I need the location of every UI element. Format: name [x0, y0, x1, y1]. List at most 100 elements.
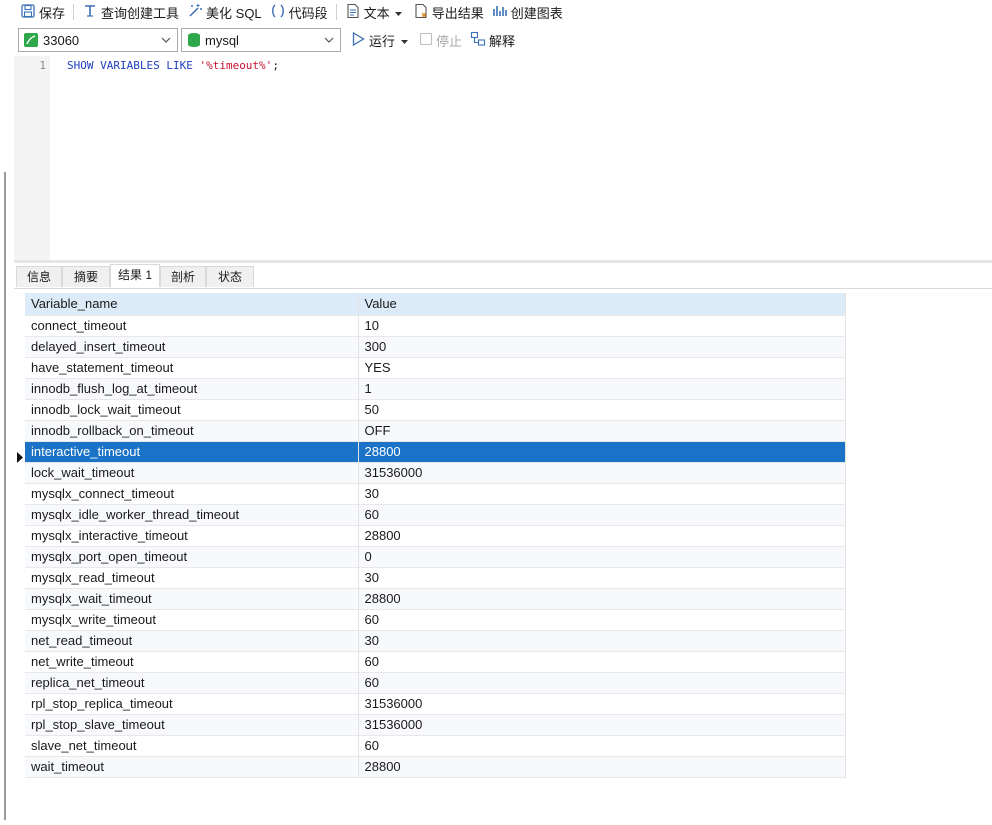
result-grid[interactable]: Variable_name Value connect_timeout 10 del… [25, 293, 846, 778]
sql-editor[interactable]: 1 SHOW VARIABLES LIKE '%timeout%'; [14, 56, 992, 260]
value-cell[interactable]: 60 [358, 672, 846, 694]
value-cell[interactable]: 60 [358, 735, 846, 757]
pane-splitter[interactable] [14, 260, 992, 263]
grid-header-row: Variable_name Value [25, 293, 846, 316]
value-cell[interactable]: 28800 [358, 525, 846, 547]
variable-name-cell[interactable]: mysqlx_interactive_timeout [25, 525, 359, 547]
value-cell[interactable]: OFF [358, 420, 846, 442]
text-button[interactable]: 文本 [341, 1, 409, 23]
variable-name-cell[interactable]: mysqlx_write_timeout [25, 609, 359, 631]
variable-name-cell[interactable]: delayed_insert_timeout [25, 336, 359, 358]
table-row[interactable]: wait_timeout 28800 [25, 756, 846, 778]
table-row[interactable]: mysqlx_port_open_timeout 0 [25, 546, 846, 568]
value-cell[interactable]: 31536000 [358, 714, 846, 736]
table-row[interactable]: delayed_insert_timeout 300 [25, 336, 846, 358]
connection-select[interactable]: 33060 [18, 28, 178, 52]
value-cell[interactable]: 30 [358, 483, 846, 505]
value-cell[interactable]: 28800 [358, 441, 846, 463]
variable-name-cell[interactable]: net_read_timeout [25, 630, 359, 652]
current-row-arrow-icon [17, 452, 23, 463]
tab-profile[interactable]: 剖析 [160, 266, 206, 287]
variable-name-cell[interactable]: mysqlx_wait_timeout [25, 588, 359, 610]
table-row[interactable]: mysqlx_write_timeout 60 [25, 609, 846, 631]
chevron-down-icon[interactable] [161, 33, 171, 50]
table-row[interactable]: replica_net_timeout 60 [25, 672, 846, 694]
value-cell[interactable]: 28800 [358, 756, 846, 778]
save-button[interactable]: 保存 [16, 1, 69, 23]
value-cell[interactable]: 60 [358, 609, 846, 631]
variable-name-cell[interactable]: mysqlx_port_open_timeout [25, 546, 359, 568]
value-cell[interactable]: 31536000 [358, 462, 846, 484]
left-scrollbar[interactable] [4, 172, 6, 820]
variable-name-cell[interactable]: rpl_stop_slave_timeout [25, 714, 359, 736]
variable-name-cell[interactable]: have_statement_timeout [25, 357, 359, 379]
run-toolbar: 运行 停止 解释 [346, 27, 546, 54]
variable-name-cell[interactable]: connect_timeout [25, 315, 359, 337]
value-cell[interactable]: 0 [358, 546, 846, 568]
database-value: mysql [205, 32, 239, 48]
variable-name-cell[interactable]: wait_timeout [25, 756, 359, 778]
table-row[interactable]: slave_net_timeout 60 [25, 735, 846, 757]
table-row[interactable]: innodb_rollback_on_timeout OFF [25, 420, 846, 442]
run-button[interactable]: 运行 [346, 30, 415, 52]
query-builder-button[interactable]: 查询创建工具 [78, 1, 183, 23]
tab-result-1[interactable]: 结果 1 [110, 264, 160, 287]
value-cell[interactable]: 30 [358, 630, 846, 652]
tab-status[interactable]: 状态 [206, 266, 254, 287]
table-row[interactable]: lock_wait_timeout 31536000 [25, 462, 846, 484]
value-cell[interactable]: 10 [358, 315, 846, 337]
variable-name-cell[interactable]: slave_net_timeout [25, 735, 359, 757]
value-cell[interactable]: YES [358, 357, 846, 379]
value-cell[interactable]: 30 [358, 567, 846, 589]
value-cell[interactable]: 60 [358, 504, 846, 526]
value-cell[interactable]: 1 [358, 378, 846, 400]
beautify-sql-button[interactable]: 美化 SQL [183, 1, 266, 23]
table-row[interactable]: net_write_timeout 60 [25, 651, 846, 673]
explain-button[interactable]: 解释 [466, 30, 519, 52]
table-row[interactable]: innodb_lock_wait_timeout 50 [25, 399, 846, 421]
variable-name-cell[interactable]: innodb_flush_log_at_timeout [25, 378, 359, 400]
table-row[interactable]: mysqlx_read_timeout 30 [25, 567, 846, 589]
table-row[interactable]: mysqlx_interactive_timeout 28800 [25, 525, 846, 547]
table-row[interactable]: mysqlx_connect_timeout 30 [25, 483, 846, 505]
variable-name-cell[interactable]: innodb_lock_wait_timeout [25, 399, 359, 421]
table-row[interactable]: connect_timeout 10 [25, 315, 846, 337]
table-row[interactable]: net_read_timeout 30 [25, 630, 846, 652]
database-select[interactable]: mysql [181, 28, 341, 52]
value-cell[interactable]: 50 [358, 399, 846, 421]
value-cell[interactable]: 31536000 [358, 693, 846, 715]
chevron-down-icon [401, 33, 411, 48]
column-header-variable-name[interactable]: Variable_name [25, 293, 359, 316]
table-row[interactable]: interactive_timeout 28800 [25, 441, 846, 463]
variable-name-cell[interactable]: lock_wait_timeout [25, 462, 359, 484]
table-row[interactable]: innodb_flush_log_at_timeout 1 [25, 378, 846, 400]
variable-name-cell[interactable]: interactive_timeout [25, 441, 359, 463]
sql-code-line[interactable]: SHOW VARIABLES LIKE '%timeout%'; [67, 59, 279, 72]
table-row[interactable]: mysqlx_idle_worker_thread_timeout 60 [25, 504, 846, 526]
variable-name-cell[interactable]: net_write_timeout [25, 651, 359, 673]
value-cell[interactable]: 300 [358, 336, 846, 358]
tab-info[interactable]: 信息 [16, 266, 62, 287]
value-cell[interactable]: 60 [358, 651, 846, 673]
variable-name-cell[interactable]: mysqlx_connect_timeout [25, 483, 359, 505]
run-label: 运行 [369, 34, 396, 49]
variable-name-cell[interactable]: mysqlx_idle_worker_thread_timeout [25, 504, 359, 526]
variable-name-cell[interactable]: replica_net_timeout [25, 672, 359, 694]
table-row[interactable]: have_statement_timeout YES [25, 357, 846, 379]
chevron-down-icon[interactable] [324, 33, 334, 50]
create-chart-button[interactable]: 创建图表 [488, 1, 567, 23]
table-row[interactable]: rpl_stop_replica_timeout 31536000 [25, 693, 846, 715]
toolbar-divider [73, 4, 75, 20]
main-toolbar: 保存 查询创建工具 美化 SQL 代码段 文本 导出结果 创建图表 [0, 0, 992, 24]
export-result-button[interactable]: 导出结果 [409, 1, 488, 23]
table-row[interactable]: mysqlx_wait_timeout 28800 [25, 588, 846, 610]
column-header-value[interactable]: Value [358, 293, 846, 316]
sql-string: '%timeout%' [199, 59, 273, 72]
variable-name-cell[interactable]: innodb_rollback_on_timeout [25, 420, 359, 442]
table-row[interactable]: rpl_stop_slave_timeout 31536000 [25, 714, 846, 736]
value-cell[interactable]: 28800 [358, 588, 846, 610]
tab-summary[interactable]: 摘要 [62, 266, 110, 287]
variable-name-cell[interactable]: rpl_stop_replica_timeout [25, 693, 359, 715]
variable-name-cell[interactable]: mysqlx_read_timeout [25, 567, 359, 589]
snippet-button[interactable]: 代码段 [266, 1, 332, 23]
